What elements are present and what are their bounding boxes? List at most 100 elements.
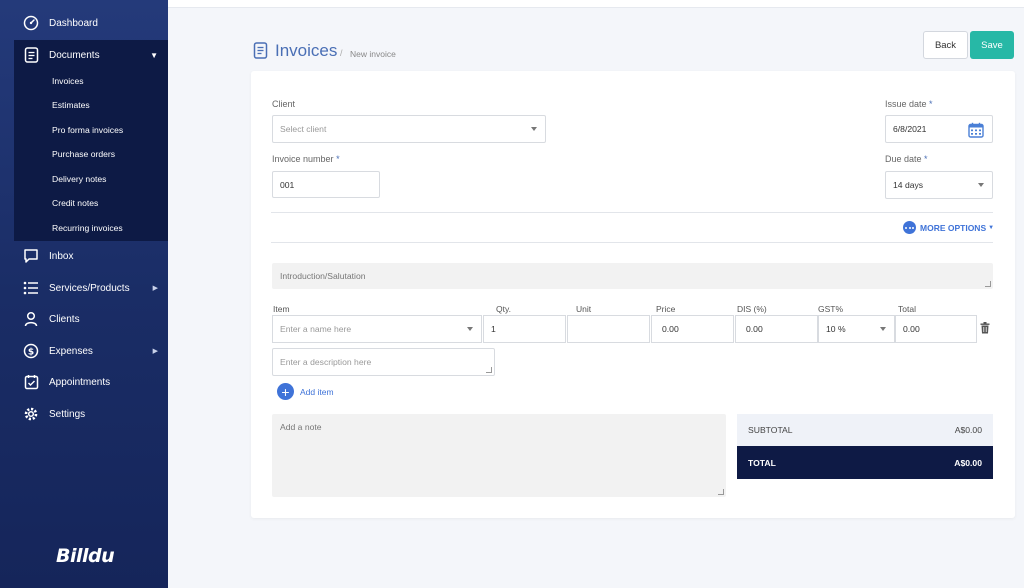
plus-icon: +: [277, 383, 294, 400]
sidebar-item-label: Appointments: [49, 376, 111, 388]
chevron-right-icon: ▶: [152, 285, 158, 292]
price-value: 0.00: [662, 324, 679, 334]
list-icon: [22, 279, 40, 297]
col-header-unit: Unit: [576, 304, 592, 314]
total-row: TOTAL A$0.00: [737, 446, 993, 479]
item-description-textarea[interactable]: Enter a description here: [272, 348, 495, 376]
user-icon: [22, 310, 40, 328]
top-bar: [168, 0, 1024, 8]
sidebar-subitem-recurring[interactable]: Recurring invoices: [52, 223, 123, 233]
sidebar-subitem-pro-forma[interactable]: Pro forma invoices: [52, 125, 123, 135]
sidebar-subitem-invoices[interactable]: Invoices: [52, 76, 84, 86]
sidebar-item-label: Inbox: [49, 250, 74, 262]
documents-submenu: [14, 40, 168, 241]
document-icon: [22, 46, 40, 64]
caret-down-icon: [531, 127, 537, 131]
dollar-icon: $: [22, 342, 40, 360]
issue-date-value: 6/8/2021: [893, 124, 927, 134]
sidebar-subitem-estimates[interactable]: Estimates: [52, 100, 90, 110]
sidebar-item-clients[interactable]: Clients: [0, 304, 168, 334]
total-label: TOTAL: [748, 457, 776, 468]
calendar-icon[interactable]: [968, 122, 984, 140]
intro-placeholder: Introduction/Salutation: [280, 271, 366, 281]
back-button[interactable]: Back: [923, 31, 968, 59]
add-item-label: Add item: [300, 386, 334, 397]
item-name-select[interactable]: Enter a name here: [272, 315, 482, 343]
page-title: Invoices: [275, 41, 338, 60]
total-amount: A$0.00: [954, 457, 982, 468]
sidebar-item-settings[interactable]: Settings: [0, 399, 168, 429]
col-header-price: Price: [656, 304, 676, 314]
invoice-number-value: 001: [280, 179, 295, 190]
subtotal-row: SUBTOTAL A$0.00: [737, 414, 993, 446]
chevron-right-icon: ▶: [152, 348, 158, 355]
introduction-textarea[interactable]: Introduction/Salutation: [272, 263, 993, 289]
client-placeholder: Select client: [280, 124, 327, 134]
divider: [271, 242, 993, 243]
col-header-total: Total: [898, 304, 916, 314]
more-options-button[interactable]: MORE OPTIONS ▼: [903, 221, 994, 234]
subtotal-value: A$0.00: [954, 425, 982, 435]
col-header-discount: DIS (%): [737, 304, 767, 314]
discount-value: 0.00: [746, 324, 763, 334]
note-placeholder: Add a note: [280, 422, 322, 432]
price-input[interactable]: 0.00: [651, 315, 734, 343]
sidebar-item-inbox[interactable]: Inbox: [0, 241, 168, 271]
resize-handle[interactable]: [718, 489, 724, 495]
qty-input[interactable]: 1: [483, 315, 566, 343]
gear-icon: [22, 405, 40, 423]
client-label: Client: [272, 99, 296, 109]
col-header-qty: Qty.: [496, 304, 511, 314]
breadcrumb-separator: /: [340, 48, 343, 58]
inbox-icon: [22, 247, 40, 265]
client-select[interactable]: Select client: [272, 115, 546, 143]
sidebar-item-label: Dashboard: [49, 17, 98, 29]
caret-down-icon: ▼: [988, 224, 995, 231]
issue-date-label: Issue date *: [885, 99, 933, 109]
unit-input[interactable]: [567, 315, 650, 343]
save-button[interactable]: Save: [970, 31, 1014, 59]
total-value: 0.00: [903, 324, 920, 334]
sidebar-item-dashboard[interactable]: Dashboard: [0, 8, 168, 38]
sidebar-item-services[interactable]: Services/Products ▶: [0, 273, 168, 303]
issue-date-input[interactable]: 6/8/2021: [885, 115, 993, 143]
due-date-label: Due date *: [885, 154, 928, 164]
col-header-gst: GST%: [818, 304, 844, 314]
sidebar-subitem-purchase-orders[interactable]: Purchase orders: [52, 149, 115, 159]
sidebar-item-label: Expenses: [49, 345, 93, 357]
caret-down-icon: [467, 327, 473, 331]
sidebar-item-label: Documents: [49, 49, 100, 61]
resize-handle[interactable]: [486, 367, 492, 373]
invoice-number-label: Invoice number *: [272, 154, 340, 164]
calendar-check-icon: [22, 373, 40, 391]
trash-icon[interactable]: [980, 321, 990, 339]
svg-text:$: $: [28, 348, 34, 358]
note-textarea[interactable]: Add a note: [272, 414, 726, 497]
item-name-placeholder: Enter a name here: [280, 324, 352, 334]
caret-down-icon: [978, 183, 984, 187]
resize-handle[interactable]: [985, 281, 991, 287]
dashboard-icon: [22, 14, 40, 32]
sidebar: Dashboard Documents ▼ Invoices Estimates…: [0, 0, 168, 588]
invoice-number-input[interactable]: 001: [272, 171, 380, 198]
discount-input[interactable]: 0.00: [735, 315, 818, 343]
more-options-label: MORE OPTIONS: [920, 222, 987, 233]
due-date-select[interactable]: 14 days: [885, 171, 993, 199]
sidebar-item-documents[interactable]: Documents ▼: [0, 40, 168, 70]
description-placeholder: Enter a description here: [280, 357, 372, 367]
sidebar-item-label: Clients: [49, 313, 80, 325]
billdu-logo: Billdu: [56, 545, 115, 567]
sidebar-subitem-delivery-notes[interactable]: Delivery notes: [52, 174, 106, 184]
sidebar-item-expenses[interactable]: $ Expenses ▶: [0, 336, 168, 366]
breadcrumb: New invoice: [350, 49, 396, 59]
sidebar-item-appointments[interactable]: Appointments: [0, 367, 168, 397]
sidebar-item-label: Settings: [49, 408, 86, 420]
total-input[interactable]: 0.00: [895, 315, 977, 343]
document-icon: [253, 42, 268, 64]
sidebar-subitem-credit-notes[interactable]: Credit notes: [52, 198, 98, 208]
sidebar-item-label: Services/Products: [49, 282, 130, 294]
col-header-item: Item: [273, 304, 290, 314]
caret-down-icon: ▼: [150, 50, 158, 60]
gst-select[interactable]: 10 %: [818, 315, 895, 343]
add-item-button[interactable]: + Add item: [277, 383, 334, 400]
